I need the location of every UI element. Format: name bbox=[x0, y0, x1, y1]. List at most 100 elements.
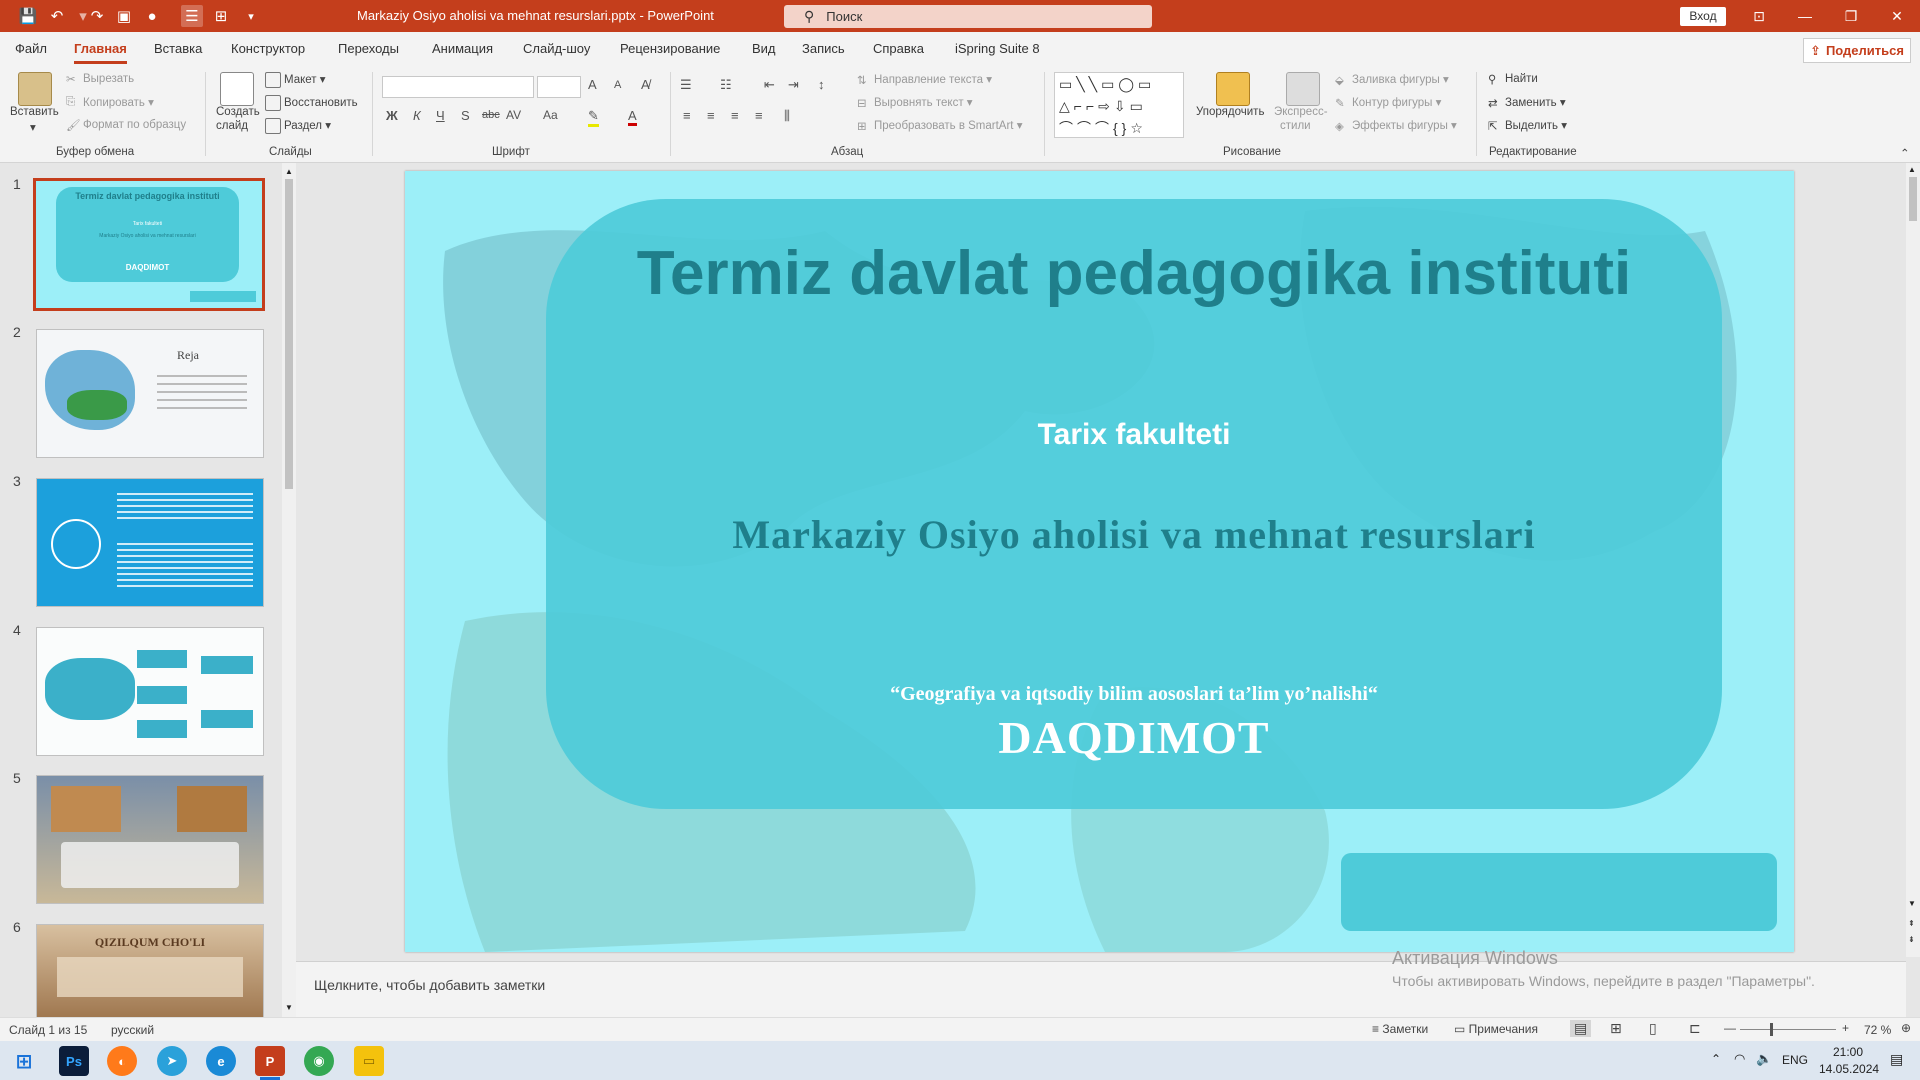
new-slide-icon[interactable] bbox=[220, 72, 254, 106]
telegram-icon[interactable]: ➤ bbox=[157, 1046, 187, 1076]
reset-button[interactable]: Восстановить bbox=[265, 95, 358, 111]
normal-view-icon[interactable]: ☰ bbox=[181, 5, 203, 27]
start-slideshow-icon[interactable]: ▣ bbox=[113, 5, 135, 27]
restore-icon[interactable]: ❐ bbox=[1828, 0, 1874, 32]
underline-button[interactable]: Ч bbox=[436, 108, 445, 123]
minimize-icon[interactable]: — bbox=[1782, 0, 1828, 32]
arrange-button[interactable]: Упорядочить bbox=[1196, 106, 1264, 118]
find-button[interactable]: ⚲ Найти bbox=[1488, 72, 1538, 86]
columns-icon[interactable]: ⫼ bbox=[784, 108, 790, 124]
paste-icon[interactable] bbox=[18, 72, 52, 106]
highlight-icon[interactable]: ✎ bbox=[588, 108, 599, 127]
copy-button[interactable]: ⎘ Копировать ▾ bbox=[66, 95, 154, 110]
quick-styles-button[interactable]: Экспресс- bbox=[1274, 106, 1328, 118]
tab-insert[interactable]: Вставка bbox=[154, 41, 202, 56]
italic-button[interactable]: К bbox=[413, 108, 421, 123]
slides-scrollbar[interactable]: ▲ ▼ bbox=[282, 163, 296, 1017]
layout-icon[interactable]: ⊞ bbox=[210, 5, 232, 27]
change-case-button[interactable]: Aa bbox=[543, 108, 558, 122]
topic-title[interactable]: Markaziy Osiyo aholisi va mehnat resursl… bbox=[546, 511, 1722, 558]
presentation-word[interactable]: DAQDIMOT bbox=[546, 711, 1722, 764]
customize-toolbar-icon[interactable]: ▾ bbox=[240, 5, 262, 27]
zoom-slider-thumb[interactable] bbox=[1770, 1023, 1773, 1036]
grow-font-button[interactable]: A bbox=[588, 77, 597, 92]
language-indicator[interactable]: русский bbox=[111, 1023, 154, 1037]
replace-button[interactable]: ⇄ Заменить ▾ bbox=[1488, 95, 1566, 110]
record-icon[interactable]: ● bbox=[141, 5, 163, 27]
notes-placeholder[interactable]: Щелкните, чтобы добавить заметки bbox=[314, 977, 545, 993]
align-center-icon[interactable]: ≡ bbox=[707, 108, 715, 123]
prev-slide-icon[interactable]: ⇞ bbox=[1908, 919, 1915, 928]
search-box[interactable]: ⚲ Поиск bbox=[784, 5, 1152, 28]
ribbon-display-icon[interactable]: ⊡ bbox=[1736, 0, 1782, 32]
line-spacing-icon[interactable]: ↕ bbox=[818, 77, 825, 92]
institute-title[interactable]: Termiz davlat pedagogika instituti bbox=[546, 236, 1722, 312]
tab-view[interactable]: Вид bbox=[752, 41, 776, 56]
wifi-icon[interactable]: ◠ bbox=[1734, 1051, 1745, 1067]
notes-toggle[interactable]: ≡ Заметки bbox=[1372, 1022, 1428, 1036]
char-spacing-button[interactable]: AV bbox=[506, 108, 521, 122]
shadow-button[interactable]: S bbox=[461, 108, 470, 123]
tab-file[interactable]: Файл bbox=[15, 41, 47, 56]
slide-thumb-3[interactable] bbox=[36, 478, 264, 607]
layout-button[interactable]: Макет ▾ bbox=[265, 72, 326, 88]
shape-effects-button[interactable]: ◈ Эффекты фигуры ▾ bbox=[1335, 118, 1457, 133]
font-size-select[interactable] bbox=[537, 76, 581, 98]
canvas-scrollbar[interactable]: ▲ ▼ ⇞ ⇟ bbox=[1906, 163, 1920, 957]
chrome-icon[interactable]: ◉ bbox=[304, 1046, 334, 1076]
close-icon[interactable]: ✕ bbox=[1874, 0, 1920, 32]
slide[interactable]: Termiz davlat pedagogika instituti Tarix… bbox=[405, 171, 1794, 952]
redo-icon[interactable]: ↷ bbox=[86, 5, 108, 27]
notes-pane[interactable]: Щелкните, чтобы добавить заметки bbox=[296, 961, 1906, 1018]
font-color-icon[interactable]: A bbox=[628, 108, 637, 126]
paste-button[interactable]: Вставить bbox=[10, 106, 59, 118]
arrange-icon[interactable] bbox=[1216, 72, 1250, 106]
signin-button[interactable]: Вход bbox=[1680, 7, 1726, 26]
volume-icon[interactable]: 🔈 bbox=[1756, 1051, 1772, 1067]
bold-button[interactable]: Ж bbox=[386, 108, 398, 123]
strikethrough-button[interactable]: abc bbox=[482, 109, 500, 121]
tab-design[interactable]: Конструктор bbox=[231, 41, 305, 56]
shape-fill-button[interactable]: ⬙ Заливка фигуры ▾ bbox=[1335, 72, 1449, 87]
zoom-slider[interactable] bbox=[1740, 1029, 1836, 1030]
format-painter-button[interactable]: 🖌 Формат по образцу bbox=[66, 118, 186, 132]
bullets-icon[interactable]: ☰ bbox=[680, 77, 692, 93]
reading-view-button[interactable]: ▯ bbox=[1649, 1020, 1657, 1037]
windows-start-icon[interactable]: ⊞ bbox=[9, 1046, 39, 1076]
normal-view-button[interactable]: ▤ bbox=[1570, 1020, 1592, 1037]
powerpoint-icon[interactable]: P bbox=[255, 1046, 285, 1076]
undo-icon[interactable]: ↶ bbox=[46, 5, 68, 27]
tab-review[interactable]: Рецензирование bbox=[620, 41, 720, 56]
next-slide-icon[interactable]: ⇟ bbox=[1908, 935, 1915, 944]
justify-icon[interactable]: ≡ bbox=[755, 108, 763, 123]
faculty-subtitle[interactable]: Tarix fakulteti bbox=[546, 418, 1722, 452]
canvas-scrollbar-thumb[interactable] bbox=[1909, 177, 1917, 221]
slide-thumb-1[interactable]: Termiz davlat pedagogika instituti Tarix… bbox=[33, 178, 265, 311]
tab-slideshow[interactable]: Слайд-шоу bbox=[523, 41, 590, 56]
zoom-out-icon[interactable]: — bbox=[1724, 1021, 1736, 1035]
align-left-icon[interactable]: ≡ bbox=[683, 108, 691, 123]
slides-scrollbar-thumb[interactable] bbox=[285, 179, 293, 489]
zoom-in-icon[interactable]: + bbox=[1842, 1021, 1849, 1035]
clock-date[interactable]: 14.05.2024 bbox=[1819, 1062, 1879, 1076]
tab-ispring[interactable]: iSpring Suite 8 bbox=[955, 41, 1040, 56]
align-text-button[interactable]: ⊟ Выровнять текст ▾ bbox=[857, 95, 973, 110]
firefox-icon[interactable]: ◐ bbox=[107, 1046, 137, 1076]
slide-thumb-6[interactable]: QIZILQUM CHO'LI bbox=[36, 924, 264, 1018]
section-button[interactable]: Раздел ▾ bbox=[265, 118, 331, 134]
shape-outline-button[interactable]: ✎ Контур фигуры ▾ bbox=[1335, 95, 1441, 110]
tab-home[interactable]: Главная bbox=[74, 41, 127, 64]
slide-thumb-5[interactable] bbox=[36, 775, 264, 904]
select-button[interactable]: ⇱ Выделить ▾ bbox=[1488, 118, 1567, 133]
decrease-indent-icon[interactable]: ⇤ bbox=[764, 77, 775, 93]
share-button[interactable]: ⇪ Поделиться bbox=[1803, 38, 1911, 63]
tab-help[interactable]: Справка bbox=[873, 41, 924, 56]
new-slide-button[interactable]: Создать bbox=[216, 106, 260, 118]
decorative-box[interactable] bbox=[1341, 853, 1777, 931]
shrink-font-button[interactable]: A bbox=[614, 79, 621, 91]
slide-thumb-2[interactable]: Reja bbox=[36, 329, 264, 458]
increase-indent-icon[interactable]: ⇥ bbox=[788, 77, 799, 93]
numbering-icon[interactable]: ☷ bbox=[720, 77, 732, 93]
comments-toggle[interactable]: ▭ Примечания bbox=[1454, 1022, 1538, 1036]
tab-record[interactable]: Запись bbox=[802, 41, 845, 56]
